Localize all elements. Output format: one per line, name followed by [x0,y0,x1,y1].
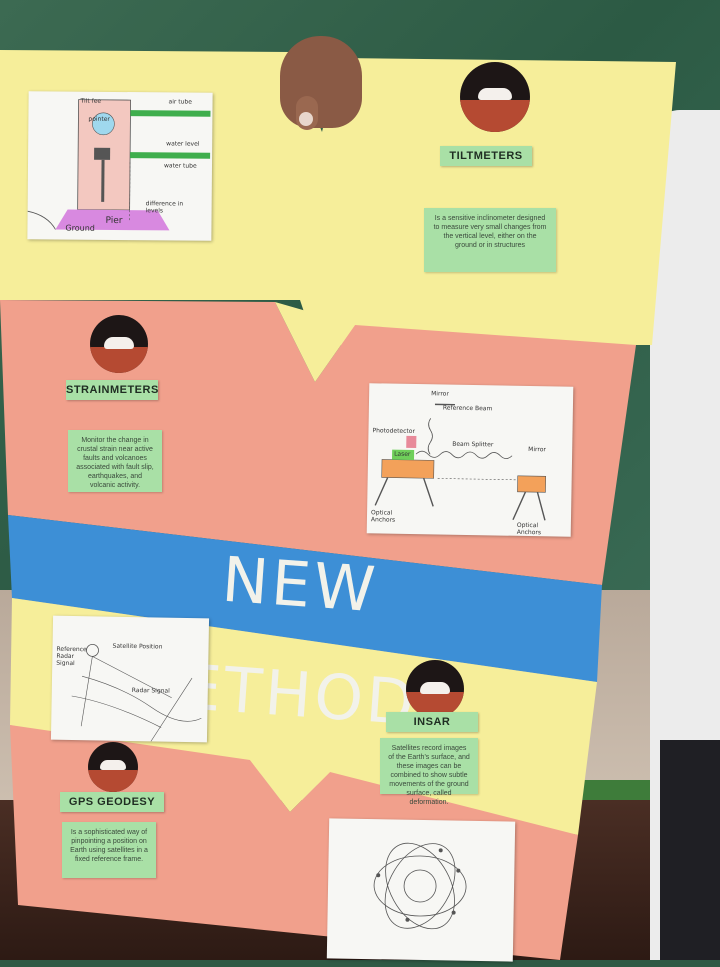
volcano-snow [104,337,134,349]
sketch-label: Photodetector [372,427,415,435]
sketch-label: Satellite Position [113,643,163,651]
sketch-label: Optical Anchors [517,522,557,537]
sketch-label: Laser [394,451,410,458]
insar-drawing [51,616,209,743]
volcano-mountain [90,347,148,373]
sketch-label: pointer [88,116,110,123]
section-title-strainmeters: STRAINMETERS [66,380,158,400]
volcano-snow [420,682,450,694]
insar-sketch: Reference Radar Signal Satellite Positio… [51,616,209,743]
volcano-icon [90,315,148,373]
volcano-snow [100,760,126,770]
section-title-insar: INSAR [386,712,478,732]
volcano-mountain [88,770,138,792]
sketch-label: difference in levels [146,200,186,214]
section-title-tiltmeters: TILTMETERS [440,146,532,166]
sketch-label: Tilt fee [81,98,102,105]
fingernail [299,112,313,126]
sketch-label: Mirror [528,446,546,453]
sketch-label: air tube [169,98,192,105]
section-description-insar: Satellites record images of the Earth's … [380,738,478,794]
section-description-tiltmeters: Is a sensitive inclinometer designed to … [424,208,556,272]
sketch-label: Reference Beam [443,405,493,413]
sketch-label: Beam Splitter [452,441,493,449]
strainmeter-sketch: Mirror Reference Beam Photodetector Lase… [367,383,574,537]
sketch-label: water tube [164,162,197,169]
gps-orbits-drawing [327,818,515,961]
volcano-icon [88,742,138,792]
gps-sketch [327,818,515,961]
sketch-label: Reference Radar Signal [56,646,86,668]
sketch-label: Radar Signal [132,687,170,695]
sketch-label: Ground [65,224,95,233]
section-description-strainmeters: Monitor the change in crustal strain nea… [68,430,162,492]
holding-hand [280,36,362,128]
sketch-label: Pier [105,216,122,226]
section-description-gps-geodesy: Is a sophisticated way of pinpointing a … [62,822,156,878]
sketch-label: Mirror [431,390,449,397]
section-title-gps-geodesy: GPS GEODESY [60,792,164,812]
volcano-icon [460,62,530,132]
volcano-snow [478,88,512,100]
sketch-label: Optical Anchors [371,509,405,524]
volcano-mountain [460,100,530,132]
sketch-label: water level [166,140,199,147]
tiltmeter-sketch: Tilt fee air tube pointer water level wa… [27,91,212,241]
volcano-icon [406,660,464,718]
